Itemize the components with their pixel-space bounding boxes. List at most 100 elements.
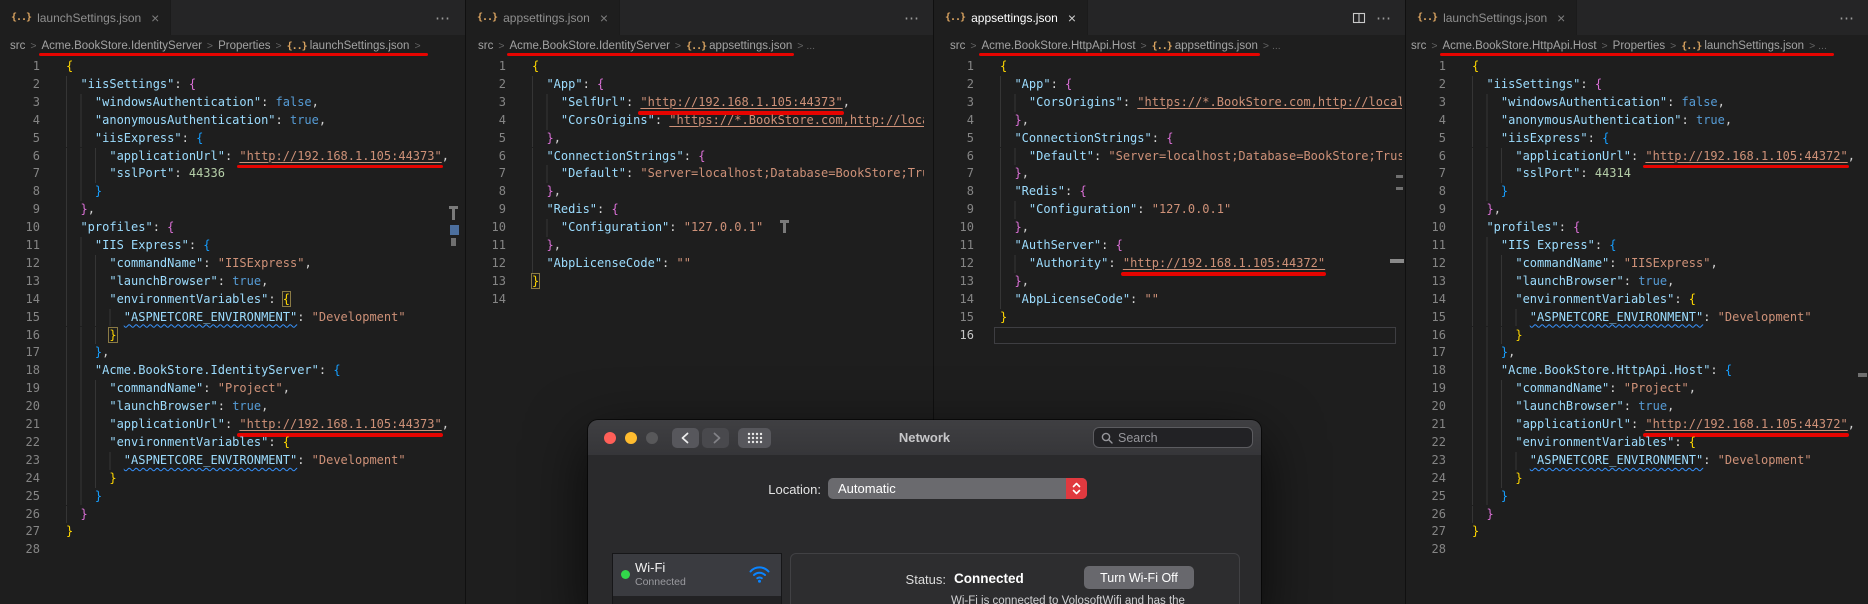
code-line[interactable]: 11 }, [466, 237, 924, 255]
code-line[interactable]: 9 }, [0, 201, 463, 220]
breadcrumb-item[interactable]: launchSettings.json [310, 40, 410, 52]
code-line[interactable]: 12 "commandName": "IISExpress", [1406, 254, 1867, 273]
code-line[interactable]: 4 "anonymousAuthentication": true, [0, 111, 463, 130]
code-line[interactable]: 11 "IIS Express": { [1406, 237, 1867, 255]
tab-appsettings.json[interactable]: {..} appsettings.json × [466, 0, 621, 35]
code-line[interactable]: 24 } [1406, 469, 1867, 488]
breadcrumb-item[interactable]: Acme.BookStore.IdentityServer [41, 40, 201, 52]
code-line[interactable]: 9 }, [1406, 201, 1867, 220]
code-line[interactable]: 15 "ASPNETCORE_ENVIRONMENT": "Developmen… [0, 308, 463, 327]
breadcrumb-item[interactable]: Acme.BookStore.HttpApi.Host [1442, 40, 1596, 52]
code-line[interactable]: 8 } [0, 183, 463, 202]
code-line[interactable]: 8 }, [466, 183, 924, 202]
code-line[interactable]: 14 [466, 291, 924, 309]
code-line[interactable]: 1{ [934, 58, 1402, 76]
dialog-titlebar[interactable]: Network Search [588, 420, 1261, 456]
code-line[interactable]: 5 "ConnectionStrings": { [934, 129, 1402, 148]
code-line[interactable]: 10 "Configuration": "127.0.0.1" [466, 219, 924, 237]
code-line[interactable]: 11 "AuthServer": { [934, 237, 1402, 255]
more-actions-icon[interactable]: ⋯ [898, 9, 934, 27]
breadcrumb-item[interactable]: Acme.BookStore.HttpApi.Host [981, 40, 1135, 52]
code-line[interactable]: 21 "applicationUrl": "http://192.168.1.1… [1406, 416, 1867, 437]
code-line[interactable]: 7 "sslPort": 44314 [1406, 165, 1867, 184]
list-item-wifi[interactable]: Wi-Fi Connected [613, 554, 781, 596]
back-button[interactable] [672, 428, 699, 448]
code-line[interactable]: 6 "ConnectionStrings": { [466, 147, 924, 166]
code-line[interactable]: 13 }, [934, 272, 1402, 291]
turn-wifi-off-button[interactable]: Turn Wi-Fi Off [1084, 566, 1194, 589]
code-line[interactable]: 5 }, [466, 129, 924, 148]
code-line[interactable]: 14 "environmentVariables": { [1406, 290, 1867, 309]
code-line[interactable]: 18 "Acme.BookStore.HttpApi.Host": { [1406, 362, 1867, 381]
code-line[interactable]: 9 "Configuration": "127.0.0.1" [934, 201, 1402, 220]
breadcrumb-item[interactable]: Properties [1613, 40, 1665, 52]
code-line[interactable]: 28 [1406, 541, 1867, 559]
code-line[interactable]: 6 "applicationUrl": "http://192.168.1.10… [0, 147, 463, 169]
code-line[interactable]: 20 "launchBrowser": true, [1406, 398, 1867, 416]
code-line[interactable]: 12 "Authority": "http://192.168.1.105:44… [934, 254, 1402, 276]
code-line[interactable]: 12 "AbpLicenseCode": "" [466, 254, 924, 273]
code-line[interactable]: 13} [466, 272, 924, 291]
close-tab-icon[interactable]: × [600, 10, 608, 26]
location-dropdown[interactable]: Automatic [828, 478, 1087, 499]
code-line[interactable]: 7 }, [934, 165, 1402, 184]
close-tab-icon[interactable]: × [151, 10, 159, 26]
breadcrumb-item[interactable]: src [1411, 40, 1426, 52]
code-line[interactable]: 3 "windowsAuthentication": false, [1406, 93, 1867, 112]
code-line[interactable]: 2 "iisSettings": { [1406, 75, 1867, 94]
list-item-bluetooth-pan[interactable]: Bluetooth PAN Not Connected [613, 596, 781, 604]
code-line[interactable]: 2 "App": { [466, 75, 924, 94]
code-line[interactable]: 2 "App": { [934, 75, 1402, 94]
split-editor-icon[interactable] [1352, 11, 1366, 25]
code-line[interactable]: 1{ [1406, 58, 1867, 76]
breadcrumb-item[interactable]: launchSettings.json [1704, 40, 1804, 52]
code-line[interactable]: 27} [0, 523, 463, 541]
code-line[interactable]: 16 } [0, 326, 463, 345]
code-line[interactable]: 10 "profiles": { [1406, 219, 1867, 237]
breadcrumb[interactable]: src > Acme.BookStore.IdentityServer > Proper… [0, 35, 465, 57]
code-line[interactable]: 14 "environmentVariables": { [0, 290, 463, 309]
fullscreen-window-button[interactable] [646, 431, 658, 444]
code-line[interactable]: 12 "commandName": "IISExpress", [0, 254, 463, 273]
code-line[interactable]: 10 }, [934, 219, 1402, 237]
code-line[interactable]: 3 "windowsAuthentication": false, [0, 93, 463, 112]
code-line[interactable]: 17 }, [0, 344, 463, 363]
code-line[interactable]: 25 } [1406, 487, 1867, 506]
breadcrumb[interactable]: src > Acme.BookStore.IdentityServer > {..} ap… [466, 35, 934, 57]
code-line[interactable]: 28 [0, 541, 463, 559]
code-line[interactable]: 1{ [466, 58, 924, 76]
code-line[interactable]: 6 "applicationUrl": "http://192.168.1.10… [1406, 147, 1867, 169]
code-line[interactable]: 21 "applicationUrl": "http://192.168.1.1… [0, 416, 463, 437]
minimize-window-button[interactable] [625, 431, 637, 444]
code-line[interactable]: 25 } [0, 487, 463, 506]
close-tab-icon[interactable]: × [1557, 10, 1565, 26]
code-line[interactable]: 24 } [0, 469, 463, 488]
code-line[interactable]: 8 } [1406, 183, 1867, 202]
code-line[interactable]: 13 "launchBrowser": true, [1406, 272, 1867, 291]
search-input[interactable]: Search [1093, 427, 1253, 448]
code-line[interactable]: 5 "iisExpress": { [1406, 129, 1867, 148]
code-line[interactable]: 4 }, [934, 111, 1402, 130]
code-line[interactable]: 15} [934, 309, 1402, 327]
show-all-preferences-button[interactable] [738, 428, 771, 448]
code-line[interactable]: 13 "launchBrowser": true, [0, 272, 463, 291]
code-line[interactable]: 3 "CorsOrigins": "https://*.BookStore.co… [934, 93, 1402, 112]
tab-launchSettings.json[interactable]: {..} launchSettings.json × [1406, 0, 1578, 35]
forward-button[interactable] [702, 428, 729, 448]
code-line[interactable]: 19 "commandName": "Project", [1406, 380, 1867, 399]
tab-launchSettings.json[interactable]: {..} launchSettings.json × [0, 0, 172, 35]
code-line[interactable]: 6 "Default": "Server=localhost;Database=… [934, 147, 1402, 166]
code-line[interactable]: 7 "sslPort": 44336 [0, 165, 463, 184]
breadcrumb-item[interactable]: src [10, 40, 25, 52]
code-line[interactable]: 2 "iisSettings": { [0, 75, 463, 94]
code-line[interactable]: 4 "anonymousAuthentication": true, [1406, 111, 1867, 130]
breadcrumb-item[interactable]: src [950, 40, 965, 52]
code-line[interactable]: 7 "Default": "Server=localhost;Database=… [466, 165, 924, 184]
code-editor[interactable]: 1{2 "iisSettings": {3 "windowsAuthentica… [1406, 57, 1867, 604]
breadcrumb-item[interactable]: Acme.BookStore.IdentityServer [509, 40, 669, 52]
code-line[interactable]: 22 "environmentVariables": { [0, 433, 463, 452]
more-actions-icon[interactable]: ⋯ [1370, 9, 1406, 27]
close-window-button[interactable] [604, 431, 616, 444]
code-line[interactable]: 20 "launchBrowser": true, [0, 398, 463, 416]
more-actions-icon[interactable]: ⋯ [1833, 9, 1868, 27]
